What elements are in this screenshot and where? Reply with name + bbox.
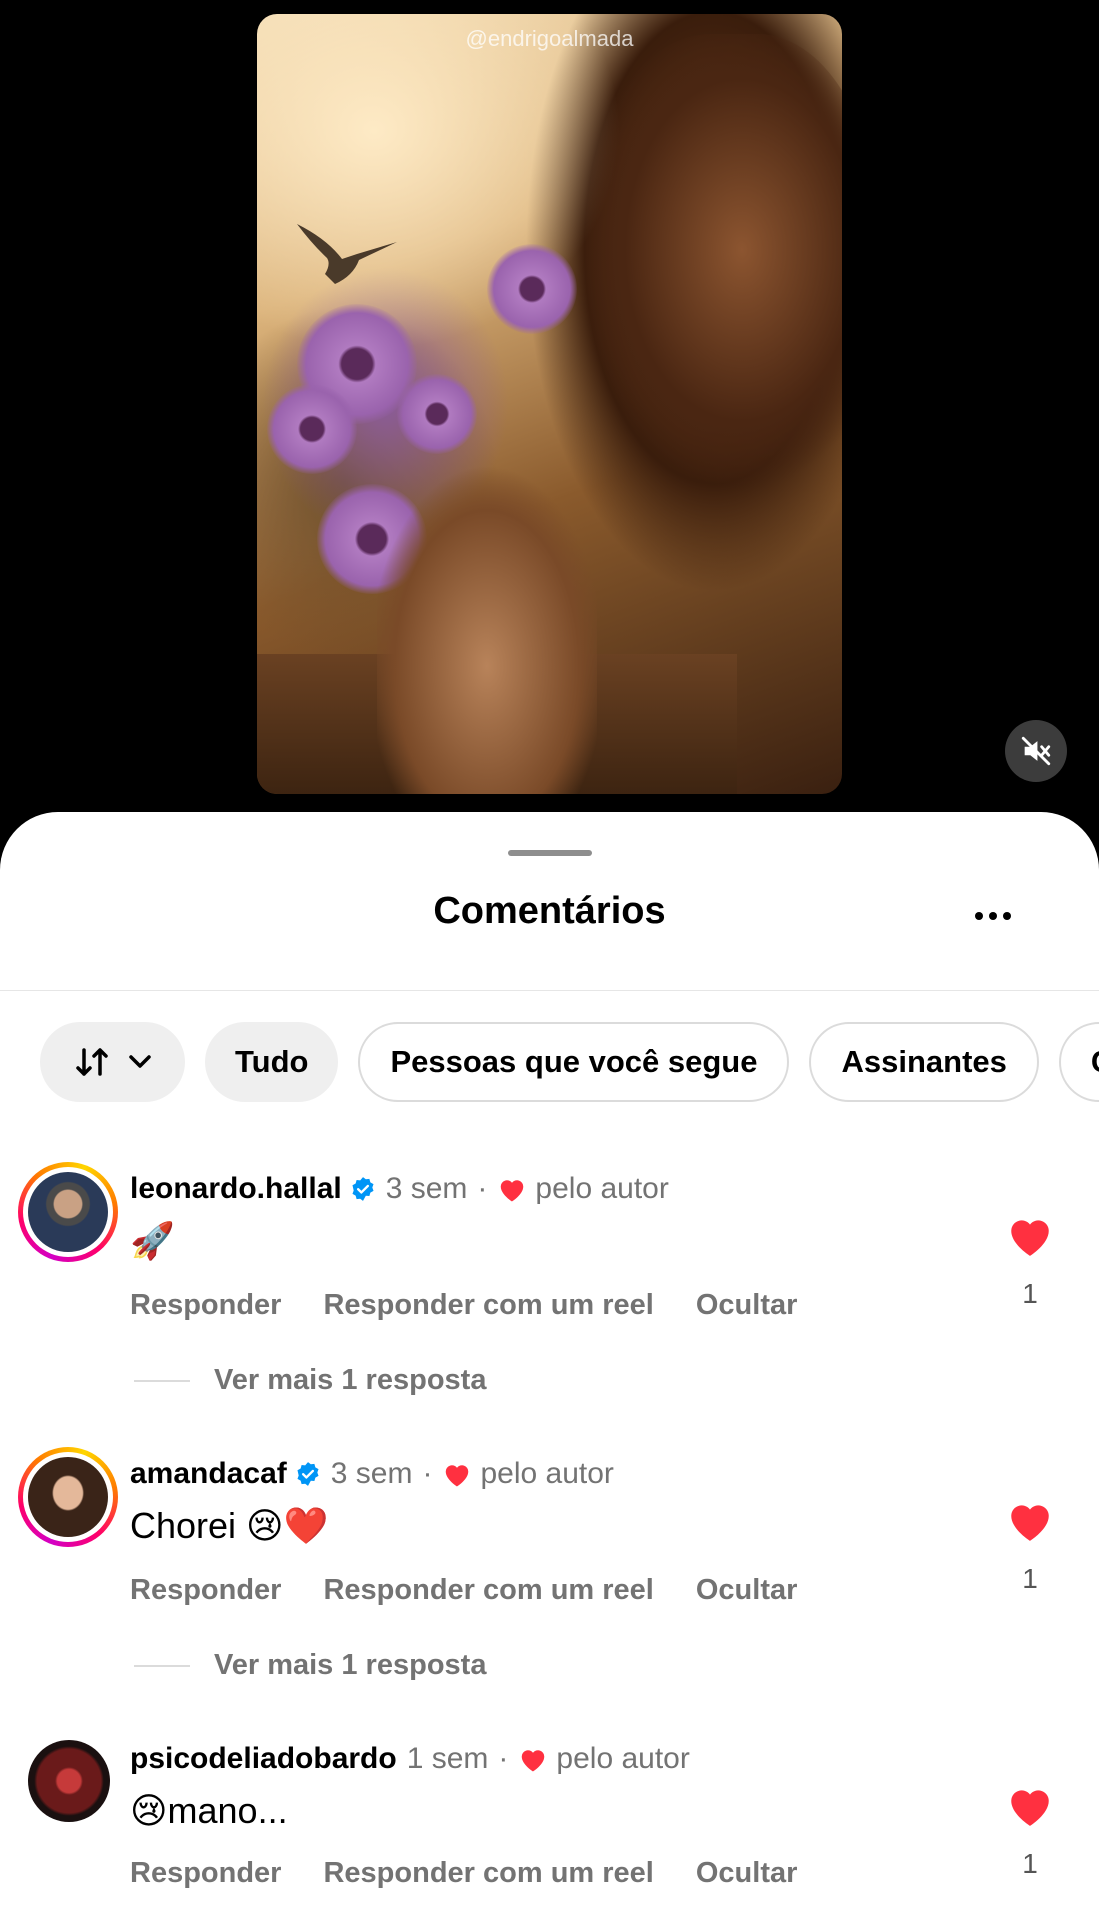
avatar[interactable] bbox=[18, 1162, 118, 1262]
filter-chips: Tudo Pessoas que você segue Assinantes C… bbox=[40, 1022, 1099, 1102]
speaker-muted-icon bbox=[1021, 736, 1051, 766]
heart-icon bbox=[446, 1465, 469, 1487]
reply-button[interactable]: Responder bbox=[130, 1574, 281, 1607]
liked-by-author-label: pelo autor bbox=[556, 1742, 690, 1775]
heart-icon bbox=[501, 1180, 524, 1202]
divider bbox=[0, 990, 1099, 991]
like-heart-icon[interactable] bbox=[1005, 1497, 1055, 1543]
like-heart-icon[interactable] bbox=[1005, 1212, 1055, 1258]
comment-username[interactable]: amandacaf bbox=[130, 1457, 287, 1491]
mute-button[interactable] bbox=[1005, 720, 1067, 782]
sheet-grab-handle[interactable] bbox=[508, 850, 592, 856]
chip-more[interactable]: Co bbox=[1058, 1022, 1099, 1102]
separator-dot: · bbox=[422, 1457, 433, 1490]
more-horizontal-icon bbox=[989, 912, 997, 920]
comment-username[interactable]: psicodeliadobardo bbox=[130, 1742, 397, 1776]
comment-time: 1 sem bbox=[406, 1742, 489, 1775]
reel-video[interactable]: @endrigoalmada bbox=[257, 14, 842, 794]
video-flower bbox=[487, 244, 577, 334]
view-replies-link[interactable]: Ver mais 1 resposta bbox=[134, 1649, 486, 1682]
reply-button[interactable]: Responder bbox=[130, 1289, 281, 1322]
avatar[interactable] bbox=[18, 1447, 118, 1547]
comments-sheet: Comentários Tudo Pessoas que você segue … bbox=[0, 812, 1099, 1920]
replies-line bbox=[134, 1379, 190, 1382]
video-flower bbox=[267, 384, 357, 474]
reply-button[interactable]: Responder bbox=[130, 1857, 281, 1890]
verified-badge-icon bbox=[297, 1462, 319, 1486]
avatar[interactable] bbox=[28, 1740, 110, 1822]
hide-button[interactable]: Ocultar bbox=[696, 1289, 798, 1322]
heart-icon bbox=[522, 1750, 545, 1772]
view-replies-link[interactable]: Ver mais 1 resposta bbox=[134, 1364, 486, 1397]
separator-dot: · bbox=[477, 1172, 488, 1205]
comment-text: 🚀 bbox=[130, 1220, 175, 1261]
sort-arrows-icon bbox=[75, 1048, 108, 1076]
more-horizontal-icon bbox=[1003, 912, 1011, 920]
comment-text: Chorei 😢❤️ bbox=[130, 1505, 329, 1546]
chip-following[interactable]: Pessoas que você segue bbox=[358, 1022, 790, 1102]
view-replies-label: Ver mais 1 resposta bbox=[214, 1649, 487, 1681]
like-count: 1 bbox=[1022, 1563, 1038, 1594]
liked-by-author-label: pelo autor bbox=[535, 1172, 669, 1205]
reply-with-reel-button[interactable]: Responder com um reel bbox=[323, 1289, 653, 1322]
more-options-button[interactable] bbox=[965, 896, 1021, 936]
sort-button[interactable] bbox=[40, 1022, 185, 1102]
comment-time: 3 sem bbox=[385, 1172, 468, 1205]
comment-header: leonardo.hallal 3 sem · pelo autor bbox=[130, 1172, 669, 1206]
reply-with-reel-button[interactable]: Responder com um reel bbox=[323, 1574, 653, 1607]
liked-by-author-label: pelo autor bbox=[480, 1457, 614, 1490]
reply-with-reel-button[interactable]: Responder com um reel bbox=[323, 1857, 653, 1890]
comment-header: amandacaf 3 sem · pelo autor bbox=[130, 1457, 614, 1491]
replies-line bbox=[134, 1664, 190, 1667]
video-hand bbox=[377, 444, 597, 794]
video-watermark: @endrigoalmada bbox=[465, 26, 634, 51]
comment-actions: Responder Responder com um reel Ocultar bbox=[130, 1857, 797, 1890]
comment-header: psicodeliadobardo 1 sem · pelo autor bbox=[130, 1742, 690, 1776]
hummingbird-image bbox=[297, 224, 397, 284]
reel-video-area[interactable]: @endrigoalmada bbox=[0, 0, 1099, 830]
comment-actions: Responder Responder com um reel Ocultar bbox=[130, 1574, 797, 1607]
more-horizontal-icon bbox=[975, 912, 983, 920]
comment-username[interactable]: leonardo.hallal bbox=[130, 1172, 342, 1206]
video-flower bbox=[397, 374, 477, 454]
comment-text: 😢mano... bbox=[130, 1790, 288, 1831]
chip-tudo[interactable]: Tudo bbox=[205, 1022, 339, 1102]
view-replies-label: Ver mais 1 resposta bbox=[214, 1364, 487, 1396]
hide-button[interactable]: Ocultar bbox=[696, 1857, 798, 1890]
comment-actions: Responder Responder com um reel Ocultar bbox=[130, 1289, 797, 1322]
sheet-title: Comentários bbox=[433, 890, 666, 932]
separator-dot: · bbox=[498, 1742, 509, 1775]
video-man-profile bbox=[577, 34, 842, 514]
chip-subscribers[interactable]: Assinantes bbox=[809, 1022, 1039, 1102]
chevron-down-icon bbox=[128, 1055, 151, 1068]
comment-time: 3 sem bbox=[330, 1457, 413, 1490]
hide-button[interactable]: Ocultar bbox=[696, 1574, 798, 1607]
like-heart-icon[interactable] bbox=[1005, 1782, 1055, 1828]
like-count: 1 bbox=[1022, 1278, 1038, 1309]
like-count: 1 bbox=[1022, 1848, 1038, 1879]
verified-badge-icon bbox=[352, 1177, 374, 1201]
